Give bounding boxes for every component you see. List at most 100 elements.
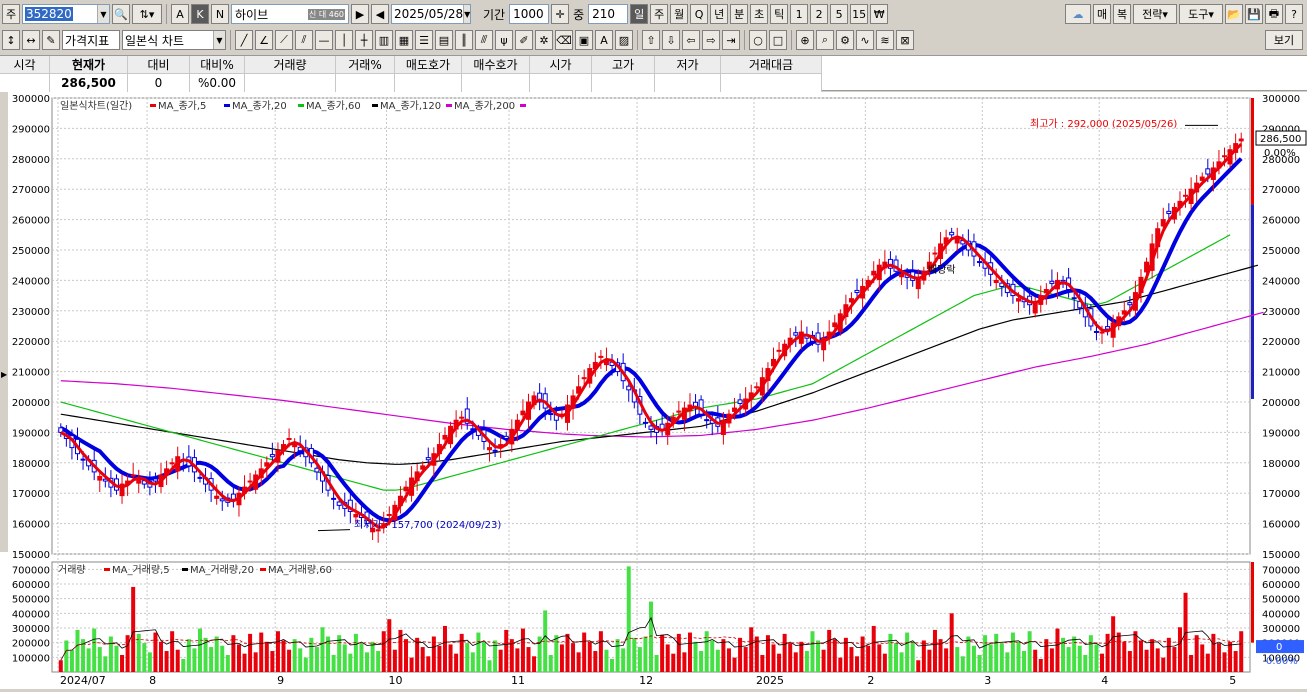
interval-15-button[interactable]: 15 bbox=[850, 4, 869, 24]
stock-code-field[interactable]: 352820 ▼ bbox=[22, 4, 110, 24]
vertical-arrow-icon[interactable]: ↕ bbox=[2, 30, 20, 50]
note-icon[interactable]: ▣ bbox=[575, 30, 593, 50]
crosshair-icon[interactable]: ✛ bbox=[551, 4, 570, 24]
search-icon[interactable]: 🔍 bbox=[112, 4, 130, 24]
volume-bar bbox=[426, 656, 431, 672]
zoom-icon[interactable]: ⊕ bbox=[796, 30, 814, 50]
period-minute-button[interactable]: 분 bbox=[730, 4, 749, 24]
bars-icon[interactable]: ▤ bbox=[435, 30, 453, 50]
circle-icon[interactable]: ○ bbox=[749, 30, 767, 50]
interval-5-button[interactable]: 5 bbox=[830, 4, 849, 24]
pen-icon[interactable]: ✐ bbox=[515, 30, 533, 50]
folder-icon[interactable]: 📂 bbox=[1225, 4, 1243, 24]
period-quarter-button[interactable]: Q bbox=[690, 4, 709, 24]
save-icon[interactable]: 💾 bbox=[1245, 4, 1263, 24]
market-select[interactable]: 주 bbox=[2, 4, 20, 24]
date-field[interactable]: 2025/05/28 ▼ bbox=[391, 4, 471, 24]
channel-icon[interactable]: ⫽ bbox=[295, 30, 313, 50]
tools-button[interactable]: 도구 ▾ bbox=[1179, 4, 1223, 24]
fibonacci-icon[interactable]: ▥ bbox=[375, 30, 393, 50]
indicator-select[interactable]: 가격지표 bbox=[62, 30, 120, 50]
mode-n-button[interactable]: N bbox=[211, 4, 229, 24]
eraser-icon[interactable]: ⌫ bbox=[555, 30, 573, 50]
mode-k-button[interactable]: K bbox=[191, 4, 209, 24]
cross-line-icon[interactable]: ┼ bbox=[355, 30, 373, 50]
cycle-icon[interactable]: ║ bbox=[455, 30, 473, 50]
settings-icon[interactable]: ⚙ bbox=[836, 30, 854, 50]
period-year-button[interactable]: 년 bbox=[710, 4, 729, 24]
rectangle-icon[interactable]: □ bbox=[769, 30, 787, 50]
volume-bar bbox=[1005, 652, 1010, 672]
mode-a-button[interactable]: A bbox=[171, 4, 189, 24]
candle-body bbox=[676, 410, 682, 413]
period-second-button[interactable]: 초 bbox=[750, 4, 769, 24]
fan-icon[interactable]: ⟋ bbox=[275, 30, 293, 50]
main-toolbar: 주 352820 ▼ 🔍 ⇅▾ A K N 하이브 신 대 460 ▶ ◀ 2025… bbox=[0, 2, 1307, 26]
volume-bar bbox=[927, 649, 932, 672]
chart-type-select[interactable]: 일본식 차트 ▼ bbox=[122, 30, 226, 50]
stock-name-field[interactable]: 하이브 신 대 460 bbox=[231, 4, 349, 24]
pitchfork-icon[interactable]: ψ bbox=[495, 30, 513, 50]
price-tick-label: 240000 bbox=[1262, 276, 1300, 287]
strategy-button[interactable]: 전략 ▾ bbox=[1133, 4, 1177, 24]
next-arrow-icon[interactable]: ▶ bbox=[351, 4, 369, 24]
trendline-icon[interactable]: ╱ bbox=[235, 30, 253, 50]
volume-bar bbox=[732, 657, 737, 672]
currency-button[interactable]: ₩ bbox=[870, 4, 889, 24]
chart-area[interactable]: ▶ 150000 150000 160000 160000 170000 170000 180… bbox=[0, 92, 1307, 689]
wave-icon[interactable]: ∿ bbox=[856, 30, 874, 50]
vertical-line-icon[interactable]: │ bbox=[335, 30, 353, 50]
volume-bar bbox=[175, 649, 180, 672]
interval-1-button[interactable]: 1 bbox=[790, 4, 809, 24]
export-icon[interactable]: ⇥ bbox=[722, 30, 740, 50]
stock-badges: 신 대 460 bbox=[307, 8, 345, 20]
pattern-icon[interactable]: ≋ bbox=[876, 30, 894, 50]
print-icon[interactable]: 🖶 bbox=[1265, 4, 1283, 24]
chevron-down-icon[interactable]: ▼ bbox=[213, 31, 225, 49]
horizontal-arrow-icon[interactable]: ↔ bbox=[22, 30, 40, 50]
horizontal-line-icon[interactable]: — bbox=[315, 30, 333, 50]
volume-bar bbox=[498, 649, 503, 672]
candle-body bbox=[503, 435, 509, 439]
text-icon[interactable]: A bbox=[595, 30, 613, 50]
prev-arrow-icon[interactable]: ◀ bbox=[371, 4, 389, 24]
volume-bar bbox=[253, 652, 258, 672]
volume-bar bbox=[1189, 654, 1194, 672]
period-month-button[interactable]: 월 bbox=[670, 4, 689, 24]
left-arrow-icon[interactable]: ⇦ bbox=[682, 30, 700, 50]
view-button[interactable]: 보기 bbox=[1265, 30, 1303, 50]
parallel-icon[interactable]: ⫻ bbox=[475, 30, 493, 50]
time-tick-label: 4 bbox=[1101, 674, 1108, 687]
interval-2-button[interactable]: 2 bbox=[810, 4, 829, 24]
volume-bar bbox=[693, 641, 698, 672]
chart-svg[interactable]: ▶ 150000 150000 160000 160000 170000 170000 180… bbox=[0, 92, 1307, 689]
grid-icon[interactable]: ▦ bbox=[395, 30, 413, 50]
volume-tick-label-left: 400000 bbox=[12, 609, 50, 620]
edit-icon[interactable]: ✎ bbox=[42, 30, 60, 50]
candle-body bbox=[470, 428, 476, 431]
magic-icon[interactable]: ✲ bbox=[535, 30, 553, 50]
chevron-down-icon[interactable]: ▼ bbox=[463, 5, 471, 23]
period-day-button[interactable]: 일 bbox=[630, 4, 649, 24]
count-input[interactable]: 210 bbox=[588, 4, 629, 24]
period-input[interactable]: 1000 bbox=[509, 4, 550, 24]
sort-icon[interactable]: ⇅▾ bbox=[132, 4, 162, 24]
help-icon[interactable]: ? bbox=[1285, 4, 1303, 24]
angle-icon[interactable]: ∠ bbox=[255, 30, 273, 50]
legend-entry: MA_종가,200 bbox=[454, 100, 515, 112]
right-arrow-icon[interactable]: ⇨ bbox=[702, 30, 720, 50]
cloud-icon[interactable]: ☁ bbox=[1065, 4, 1091, 24]
chevron-down-icon[interactable]: ▼ bbox=[97, 5, 109, 23]
period-week-button[interactable]: 주 bbox=[650, 4, 669, 24]
close-chart-icon[interactable]: ⊠ bbox=[896, 30, 914, 50]
copy-button[interactable]: 복 bbox=[1113, 4, 1131, 24]
volume-bar bbox=[376, 651, 381, 672]
down-arrow-icon[interactable]: ⇩ bbox=[662, 30, 680, 50]
list-icon[interactable]: ☰ bbox=[415, 30, 433, 50]
up-arrow-icon[interactable]: ⇧ bbox=[642, 30, 660, 50]
image-icon[interactable]: ▨ bbox=[615, 30, 633, 50]
max-price-label: 최고가 : 292,000 (2025/05/26) bbox=[1030, 118, 1177, 130]
magnifier-icon[interactable]: ⌕ bbox=[816, 30, 834, 50]
buy-sell-button[interactable]: 매 bbox=[1093, 4, 1111, 24]
period-tick-button[interactable]: 틱 bbox=[770, 4, 789, 24]
